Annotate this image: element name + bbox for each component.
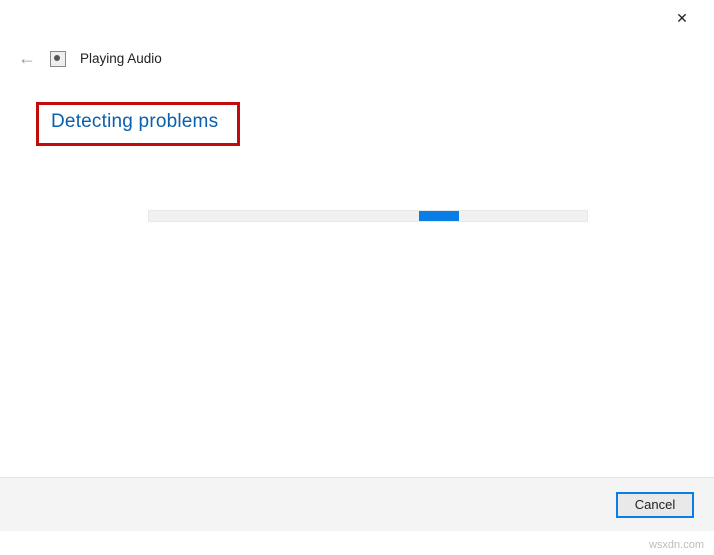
app-icon bbox=[50, 51, 66, 67]
header: ← Playing Audio bbox=[18, 48, 162, 69]
cancel-button[interactable]: Cancel bbox=[616, 492, 694, 518]
watermark: wsxdn.com bbox=[649, 539, 704, 551]
window-title: Playing Audio bbox=[80, 51, 162, 66]
close-button[interactable]: ✕ bbox=[664, 3, 700, 33]
status-highlight-box: Detecting problems bbox=[36, 102, 240, 146]
back-arrow-icon[interactable]: ← bbox=[18, 48, 36, 69]
progress-chunk bbox=[419, 211, 459, 221]
progress-bar bbox=[148, 210, 588, 222]
footer: Cancel bbox=[0, 477, 714, 531]
titlebar: ✕ bbox=[0, 0, 714, 36]
status-heading: Detecting problems bbox=[51, 111, 225, 133]
close-icon: ✕ bbox=[676, 10, 688, 27]
